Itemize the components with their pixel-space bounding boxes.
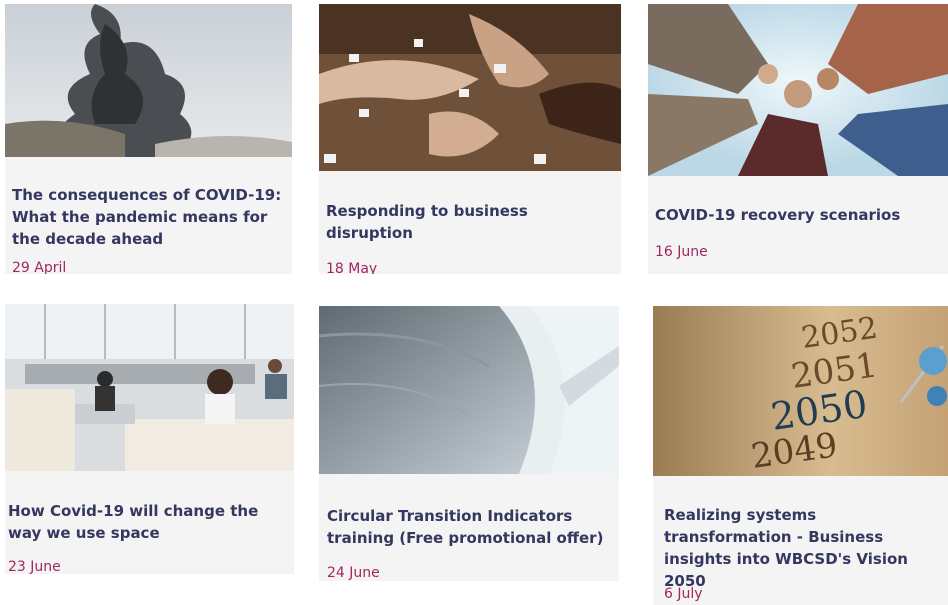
article-card-5[interactable]: Circular Transition Indicators training …	[319, 306, 619, 581]
card-3-thumbnail	[648, 4, 948, 176]
card-1-thumbnail	[5, 4, 292, 157]
article-card-6[interactable]: 2052 2051 2050 2049 Realizing systems tr…	[653, 306, 948, 605]
card-4-date: 23 June	[8, 559, 61, 574]
card-4-thumbnail	[5, 304, 294, 471]
card-5-thumbnail	[319, 306, 619, 474]
card-4-title[interactable]: How Covid-19 will change the way we use …	[8, 500, 294, 544]
card-3-date: 16 June	[655, 244, 708, 260]
card-1-date: 29 April	[12, 260, 67, 274]
card-2-date: 18 May	[326, 261, 378, 274]
card-1-title[interactable]: The consequences of COVID-19: What the p…	[12, 184, 292, 250]
card-5-title[interactable]: Circular Transition Indicators training …	[327, 505, 619, 549]
card-2-title[interactable]: Responding to business disruption	[326, 200, 616, 244]
article-card-1[interactable]: The consequences of COVID-19: What the p…	[5, 4, 292, 274]
card-2-thumbnail	[319, 4, 621, 171]
card-5-date: 24 June	[327, 565, 380, 581]
article-card-2[interactable]: Responding to business disruption 18 May	[319, 4, 621, 274]
card-6-date: 6 July	[664, 586, 703, 602]
card-3-title[interactable]: COVID-19 recovery scenarios	[655, 204, 945, 226]
card-6-title[interactable]: Realizing systems transformation - Busin…	[664, 504, 948, 592]
article-card-4[interactable]: How Covid-19 will change the way we use …	[5, 304, 294, 574]
article-card-3[interactable]: COVID-19 recovery scenarios 16 June	[648, 4, 948, 274]
card-6-thumbnail: 2052 2051 2050 2049	[653, 306, 948, 476]
